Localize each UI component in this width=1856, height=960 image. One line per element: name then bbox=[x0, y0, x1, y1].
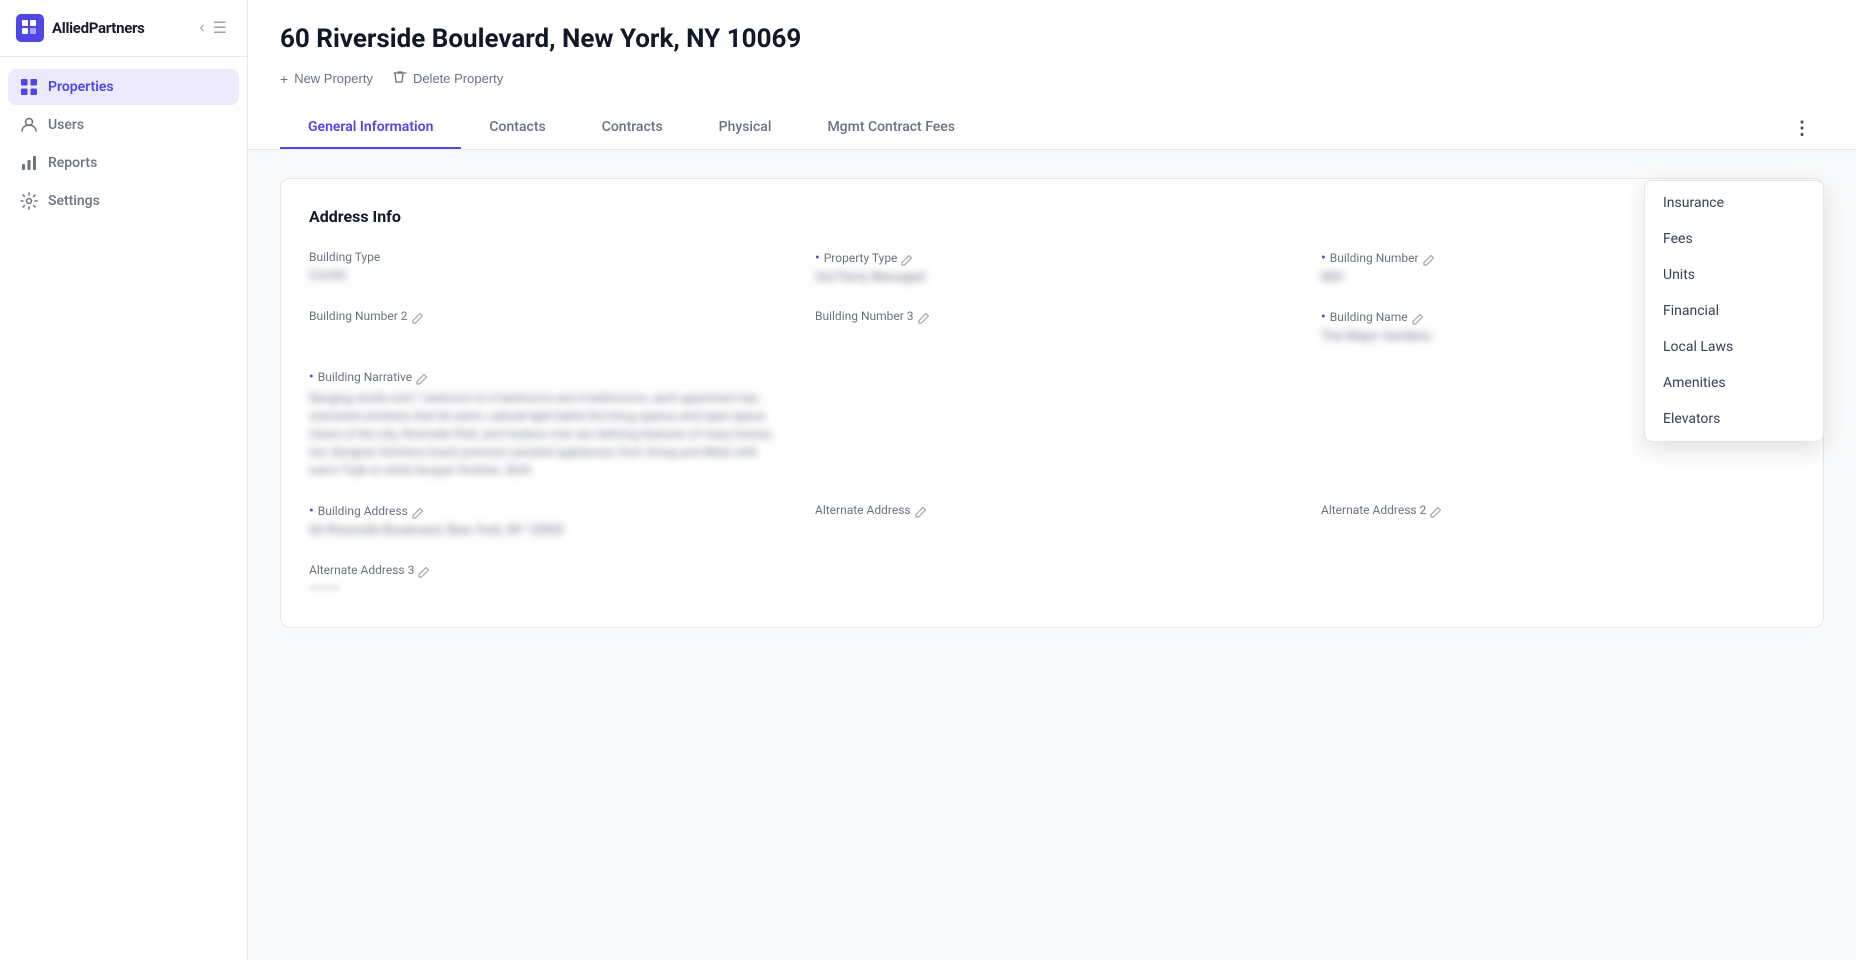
new-property-label: New Property bbox=[294, 71, 373, 86]
dropdown-item-amenities[interactable]: Amenities bbox=[1645, 365, 1823, 401]
building-number-3-label: Building Number 3 bbox=[815, 309, 914, 323]
sidebar-nav: Properties Users Reports bbox=[0, 57, 247, 231]
dropdown-item-elevators[interactable]: Elevators bbox=[1645, 401, 1823, 437]
building-type-value: Condo bbox=[309, 268, 783, 283]
building-number-label: Building Number bbox=[1321, 250, 1419, 266]
more-dots-icon: ⋮ bbox=[1793, 118, 1812, 139]
dropdown-item-fees[interactable]: Fees bbox=[1645, 221, 1823, 257]
tab-contracts[interactable]: Contracts bbox=[574, 107, 691, 149]
building-narrative-edit-icon[interactable] bbox=[416, 370, 430, 384]
building-number-2-label: Building Number 2 bbox=[309, 309, 408, 323]
main-content: 60 Riverside Boulevard, New York, NY 100… bbox=[248, 0, 1856, 960]
alternate-address-3-edit-icon[interactable] bbox=[418, 563, 432, 577]
delete-property-label: Delete Property bbox=[413, 71, 503, 86]
building-name-label: Building Name bbox=[1321, 309, 1408, 325]
sidebar: AlliedPartners ‹ ☰ Properties bbox=[0, 0, 248, 960]
delete-property-button[interactable]: Delete Property bbox=[393, 66, 503, 91]
logo-icon bbox=[16, 14, 44, 42]
building-address-edit-icon[interactable] bbox=[412, 504, 426, 518]
address-info-card: Address Info Building Type Condo Propert… bbox=[280, 178, 1824, 628]
tab-general-information[interactable]: General Information bbox=[280, 107, 461, 149]
page-title: 60 Riverside Boulevard, New York, NY 100… bbox=[280, 24, 1824, 54]
sidebar-item-users[interactable]: Users bbox=[8, 107, 239, 143]
user-icon bbox=[20, 116, 38, 134]
bar-chart-icon bbox=[20, 154, 38, 172]
alternate-address-3-value: ——— bbox=[309, 581, 783, 599]
menu-button[interactable]: ☰ bbox=[209, 14, 231, 42]
page-header: 60 Riverside Boulevard, New York, NY 100… bbox=[248, 0, 1856, 150]
building-number-2-edit-icon[interactable] bbox=[412, 309, 426, 323]
building-number-edit-icon[interactable] bbox=[1423, 251, 1437, 265]
sidebar-item-properties[interactable]: Properties bbox=[8, 69, 239, 105]
field-building-number-3: Building Number 3 bbox=[815, 309, 1289, 345]
building-name-edit-icon[interactable] bbox=[1412, 310, 1426, 324]
gear-icon bbox=[20, 192, 38, 210]
app-logo: AlliedPartners bbox=[16, 14, 195, 42]
plus-icon: + bbox=[280, 71, 288, 87]
sidebar-item-label: Properties bbox=[48, 79, 114, 95]
alternate-address-edit-icon[interactable] bbox=[915, 503, 929, 517]
field-building-number-2: Building Number 2 bbox=[309, 309, 783, 345]
sidebar-item-settings[interactable]: Settings bbox=[8, 183, 239, 219]
card-title: Address Info bbox=[309, 207, 1795, 226]
sidebar-item-reports[interactable]: Reports bbox=[8, 145, 239, 181]
building-address-label: Building Address bbox=[309, 503, 408, 519]
field-property-type: Property Type 3rd Party Managed bbox=[815, 250, 1289, 285]
field-building-type: Building Type Condo bbox=[309, 250, 783, 285]
property-type-edit-icon[interactable] bbox=[901, 251, 915, 265]
alternate-address-2-label: Alternate Address 2 bbox=[1321, 503, 1426, 517]
property-type-label: Property Type bbox=[815, 250, 897, 266]
tab-more-button[interactable]: ⋮ bbox=[1781, 110, 1824, 147]
grid-icon bbox=[20, 78, 38, 96]
collapse-sidebar-button[interactable]: ‹ bbox=[195, 15, 208, 41]
building-number-3-edit-icon[interactable] bbox=[918, 309, 932, 323]
building-address-value: 60 Riverside Boulevard, New York, NY 100… bbox=[309, 523, 783, 538]
building-narrative-value: Ranging studio and 1 bedroom to 4 bedroo… bbox=[309, 389, 783, 479]
field-building-address: Building Address 60 Riverside Boulevard,… bbox=[309, 503, 783, 539]
field-alternate-address: Alternate Address bbox=[815, 503, 1289, 539]
dropdown-item-units[interactable]: Units bbox=[1645, 257, 1823, 293]
field-alternate-address-2: Alternate Address 2 bbox=[1321, 503, 1795, 539]
alternate-address-2-value bbox=[1321, 521, 1795, 539]
app-name: AlliedPartners bbox=[52, 19, 145, 37]
sidebar-item-label: Settings bbox=[48, 193, 100, 209]
more-dropdown-menu: Insurance Fees Units Financial Local Law… bbox=[1644, 180, 1824, 442]
dropdown-item-financial[interactable]: Financial bbox=[1645, 293, 1823, 329]
dropdown-item-local-laws[interactable]: Local Laws bbox=[1645, 329, 1823, 365]
tab-physical[interactable]: Physical bbox=[691, 107, 800, 149]
tab-contacts[interactable]: Contacts bbox=[461, 107, 573, 149]
tabs-bar: General Information Contacts Contracts P… bbox=[280, 107, 1824, 149]
fields-grid: Building Type Condo Property Type 3rd Pa… bbox=[309, 250, 1795, 599]
property-type-value: 3rd Party Managed bbox=[815, 270, 1289, 285]
building-number-3-value bbox=[815, 327, 1289, 345]
sidebar-item-label: Users bbox=[48, 117, 84, 133]
building-number-2-value bbox=[309, 327, 783, 345]
alternate-address-value bbox=[815, 521, 1289, 539]
field-alternate-address-3: Alternate Address 3 ——— bbox=[309, 563, 783, 599]
new-property-button[interactable]: + New Property bbox=[280, 66, 373, 91]
sidebar-header: AlliedPartners ‹ ☰ bbox=[0, 0, 247, 57]
trash-icon bbox=[393, 70, 407, 87]
page-actions: + New Property Delete Property bbox=[280, 66, 1824, 91]
content-area: Address Info Building Type Condo Propert… bbox=[248, 150, 1856, 960]
sidebar-item-label: Reports bbox=[48, 155, 97, 171]
alternate-address-label: Alternate Address bbox=[815, 503, 911, 517]
tab-mgmt-contract-fees[interactable]: Mgmt Contract Fees bbox=[799, 107, 983, 149]
field-building-narrative: Building Narrative Ranging studio and 1 … bbox=[309, 369, 783, 479]
alternate-address-2-edit-icon[interactable] bbox=[1430, 503, 1444, 517]
building-narrative-label: Building Narrative bbox=[309, 369, 412, 385]
building-type-label: Building Type bbox=[309, 250, 380, 264]
alternate-address-3-label: Alternate Address 3 bbox=[309, 563, 414, 577]
dropdown-item-insurance[interactable]: Insurance bbox=[1645, 185, 1823, 221]
